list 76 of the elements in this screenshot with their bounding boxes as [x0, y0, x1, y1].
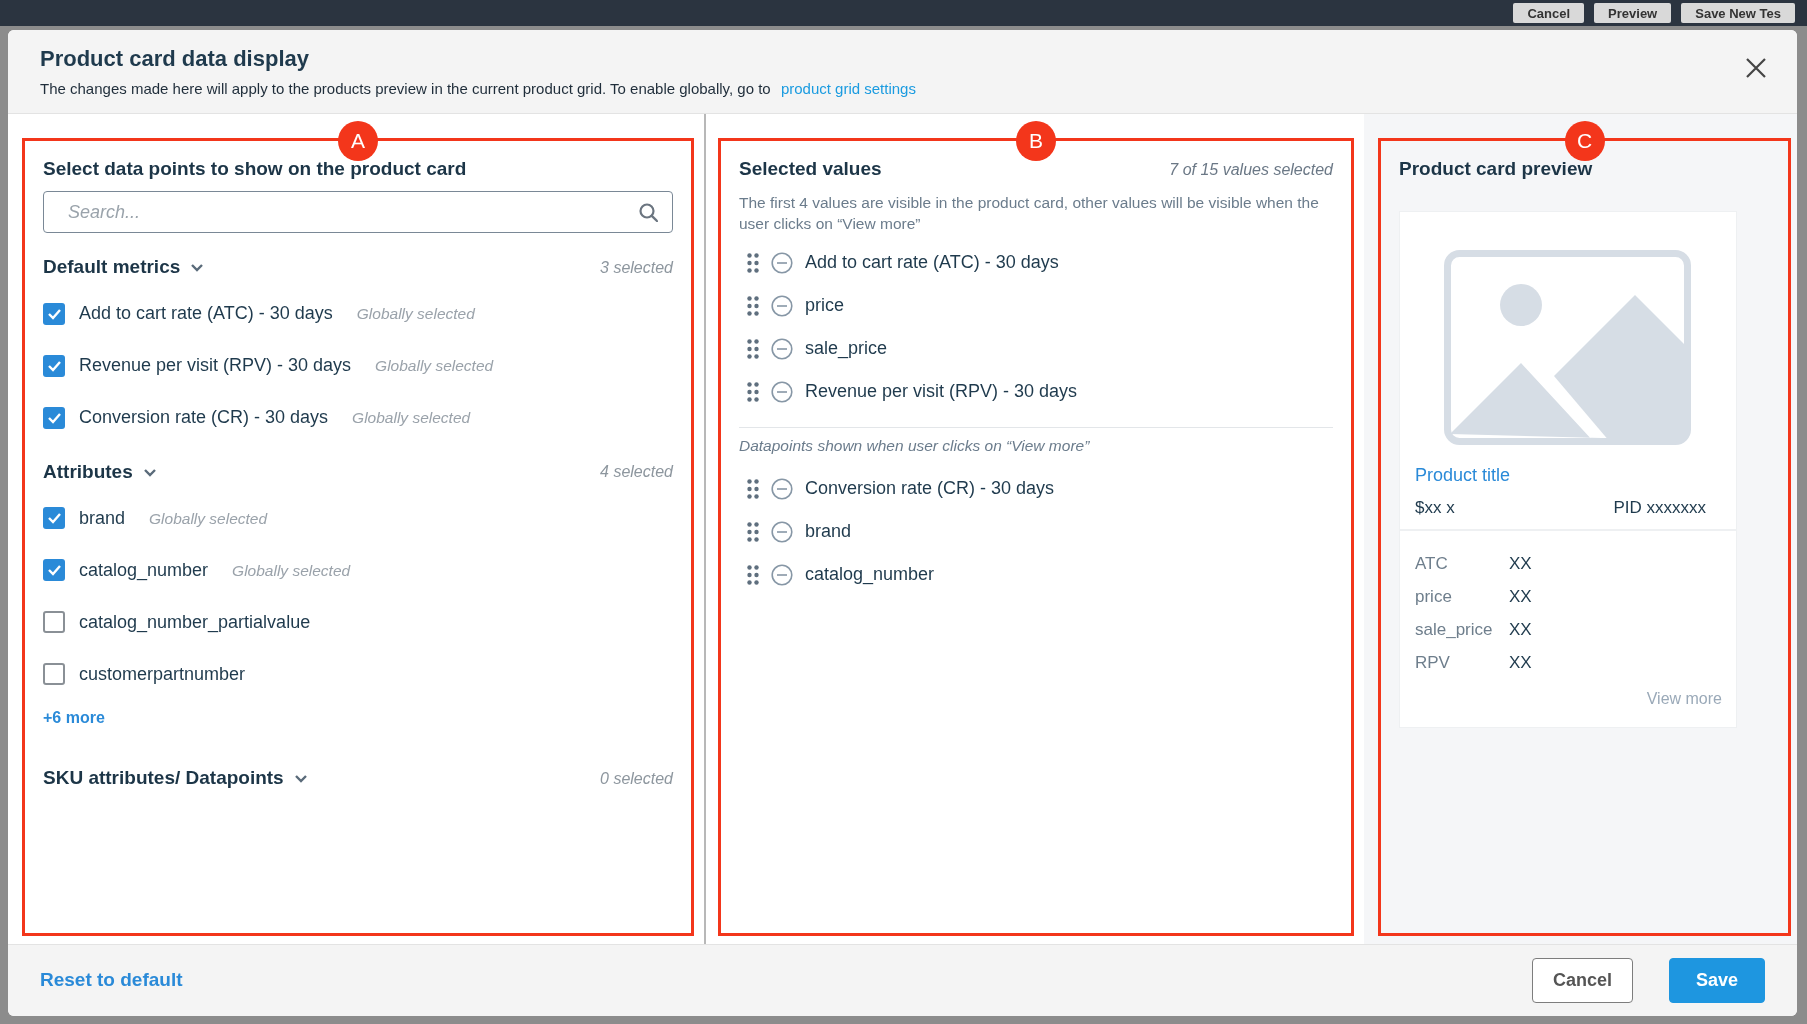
remove-icon	[771, 337, 793, 360]
annotation-marker: A	[338, 120, 378, 161]
drag-handle-icon	[747, 252, 759, 273]
remove-icon	[771, 380, 793, 403]
checkbox[interactable]	[43, 507, 65, 530]
value-label: price	[805, 294, 844, 318]
checkbox[interactable]	[43, 611, 65, 634]
search-icon	[639, 202, 658, 222]
field-value: XX	[1509, 618, 1532, 641]
selection-count: 7 of 15 values selected	[1169, 159, 1333, 180]
remove-icon	[771, 564, 793, 586]
annotation-marker: C	[1564, 120, 1605, 161]
checkbox[interactable]	[43, 663, 65, 686]
field-label: RPV	[1415, 651, 1451, 674]
remove-icon	[771, 478, 793, 500]
value-label: sale_price	[805, 337, 888, 361]
checkbox[interactable]	[43, 406, 65, 429]
value-label: brand	[805, 520, 852, 544]
status-note: Globally selected	[356, 304, 475, 325]
checkbox-label: brand	[79, 506, 126, 530]
status-note: Globally selected	[375, 356, 494, 377]
annotation-marker: B	[1016, 120, 1056, 161]
field-value: XX	[1509, 651, 1532, 674]
checkbox[interactable]	[43, 354, 65, 377]
value-label: catalog_number	[805, 563, 935, 587]
field-label: sale_price	[1415, 618, 1494, 641]
selection-count: 3 selected	[600, 257, 673, 278]
drag-handle-icon	[747, 479, 759, 499]
panel-heading: Selected values	[739, 156, 882, 181]
remove-icon	[771, 294, 793, 317]
status-note: Globally selected	[232, 560, 351, 581]
value-label: Conversion rate (CR) - 30 days	[805, 477, 1055, 501]
product-price: $xx x	[1415, 497, 1455, 520]
section-caption: Datapoints shown when user clicks on “View more”	[739, 436, 1091, 457]
toolbar-button[interactable]: Save New Tes	[1681, 3, 1795, 23]
field-value: XX	[1509, 552, 1532, 575]
checkbox-label: Conversion rate (CR) - 30 days	[79, 406, 329, 430]
dialog-subtitle: The changes made here will apply to the products preview in the current product grid. To enable globally, go to product grid settings	[40, 79, 917, 100]
drag-handle-icon	[747, 565, 759, 585]
drag-handle-icon	[747, 338, 759, 359]
toolbar-button[interactable]: Cancel	[1513, 3, 1585, 23]
checkbox-label: Add to cart rate (ATC) - 30 days	[79, 302, 333, 326]
product-id: PID xxxxxxx	[1613, 497, 1706, 520]
field-value: XX	[1509, 585, 1532, 608]
section-toggle[interactable]: Default metrics	[43, 253, 205, 282]
drag-handle-icon	[747, 381, 759, 402]
drag-handle-icon	[747, 522, 759, 542]
search-input[interactable]: Search...	[66, 197, 639, 227]
value-label: Add to cart rate (ATC) - 30 days	[805, 251, 1059, 275]
checkbox-label: customerpartnumber	[79, 662, 246, 686]
cancel-button[interactable]: Cancel	[1531, 958, 1633, 1003]
toolbar-button[interactable]: Preview	[1594, 3, 1672, 23]
checkbox-label: Revenue per visit (RPV) - 30 days	[79, 354, 352, 378]
search-field[interactable]: Search...	[43, 191, 673, 234]
remove-icon	[771, 521, 793, 543]
image-placeholder-icon	[1444, 250, 1692, 447]
selection-count: 4 selected	[600, 462, 673, 483]
selection-count: 0 selected	[600, 768, 673, 789]
product-title: Product title	[1414, 464, 1512, 488]
description-text: The first 4 values are visible in the product card, other values will be visible when the user clicks on “View more”	[739, 193, 1320, 235]
section-toggle[interactable]: SKU attributes/ Datapoints	[43, 764, 308, 793]
checkbox-label: catalog_number_partialvalue	[79, 610, 311, 635]
close-icon	[1745, 57, 1767, 80]
drag-handle-icon	[747, 295, 759, 316]
status-note: Globally selected	[352, 408, 471, 429]
field-label: ATC	[1415, 552, 1449, 575]
section-toggle[interactable]: Attributes	[43, 457, 157, 487]
checkbox[interactable]	[43, 559, 65, 582]
value-label: Revenue per visit (RPV) - 30 days	[805, 380, 1078, 404]
dialog-title: Product card data display	[40, 46, 309, 73]
field-label: price	[1415, 585, 1453, 608]
checkbox[interactable]	[43, 302, 65, 325]
status-note: Globally selected	[149, 508, 268, 529]
show-more-link[interactable]: +6 more	[43, 706, 105, 731]
checkbox-label: catalog_number	[79, 558, 209, 583]
remove-icon	[771, 251, 793, 274]
